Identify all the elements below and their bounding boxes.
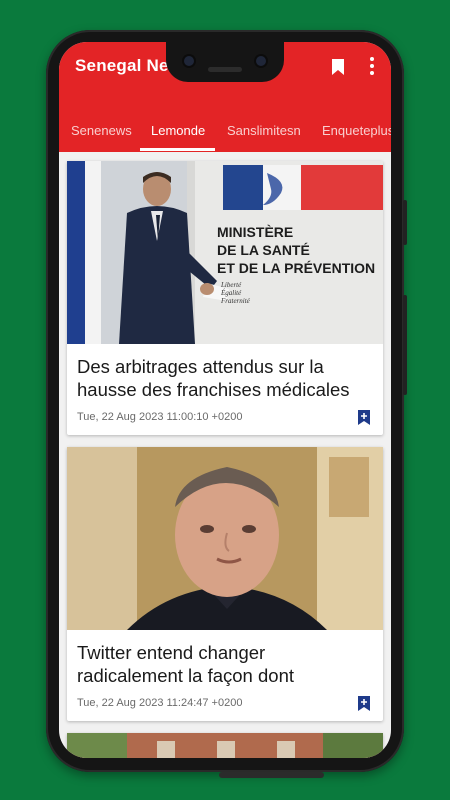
sign-text-line: ET DE LA PRÉVENTION <box>217 260 375 276</box>
news-feed: MINISTÈRE DE LA SANTÉ ET DE LA PRÉVENTIO… <box>59 152 391 758</box>
ministry-photo: MINISTÈRE DE LA SANTÉ ET DE LA PRÉVENTIO… <box>67 161 383 344</box>
sign-text-line: DE LA SANTÉ <box>217 242 310 258</box>
tab-enqueteplus[interactable]: Enqueteplus <box>322 114 391 152</box>
motto-text-line: Fraternité <box>220 297 251 305</box>
article-image <box>67 733 383 758</box>
portrait-photo <box>67 447 383 630</box>
article-card[interactable]: MINISTÈRE DE LA SANTÉ ET DE LA PRÉVENTIO… <box>67 161 383 435</box>
article-title[interactable]: Des arbitrages attendus sur la hausse de… <box>77 355 371 401</box>
tab-bar: Senenews Lemonde Sanslimitesn Enqueteplu… <box>59 114 391 152</box>
article-image: MINISTÈRE DE LA SANTÉ ET DE LA PRÉVENTIO… <box>67 161 383 344</box>
tab-senenews[interactable]: Senenews <box>71 114 132 152</box>
camera-notch <box>166 42 284 82</box>
bookmark-add-icon[interactable] <box>357 409 371 426</box>
tab-indicator <box>140 148 215 151</box>
article-date: Tue, 22 Aug 2023 11:24:47 +0200 <box>77 697 243 709</box>
more-vert-icon[interactable] <box>369 57 375 77</box>
app-screen: Senegal News Senenews Lemonde Sanslimite… <box>59 42 391 758</box>
tab-sanslimitesn[interactable]: Sanslimitesn <box>227 114 301 152</box>
bookmark-icon[interactable] <box>331 58 345 76</box>
front-camera-secondary <box>256 56 266 66</box>
power-button <box>403 200 407 245</box>
motto-text-line: Égalité <box>220 289 242 297</box>
volume-button <box>403 295 407 395</box>
article-title[interactable]: Twitter entend changer radicalement la f… <box>77 641 371 687</box>
front-camera <box>184 56 194 66</box>
earpiece-speaker <box>208 67 242 72</box>
article-image <box>67 447 383 630</box>
home-indicator[interactable] <box>219 772 324 778</box>
article-card[interactable]: Twitter entend changer radicalement la f… <box>67 447 383 721</box>
building-photo <box>67 733 383 758</box>
article-date: Tue, 22 Aug 2023 11:00:10 +0200 <box>77 411 243 423</box>
phone-frame: Senegal News Senenews Lemonde Sanslimite… <box>46 30 407 778</box>
article-card[interactable] <box>67 733 383 758</box>
tab-lemonde[interactable]: Lemonde <box>151 114 205 152</box>
motto-text-line: Liberté <box>220 281 242 289</box>
bookmark-add-icon[interactable] <box>357 695 371 712</box>
sign-text-line: MINISTÈRE <box>217 224 293 240</box>
